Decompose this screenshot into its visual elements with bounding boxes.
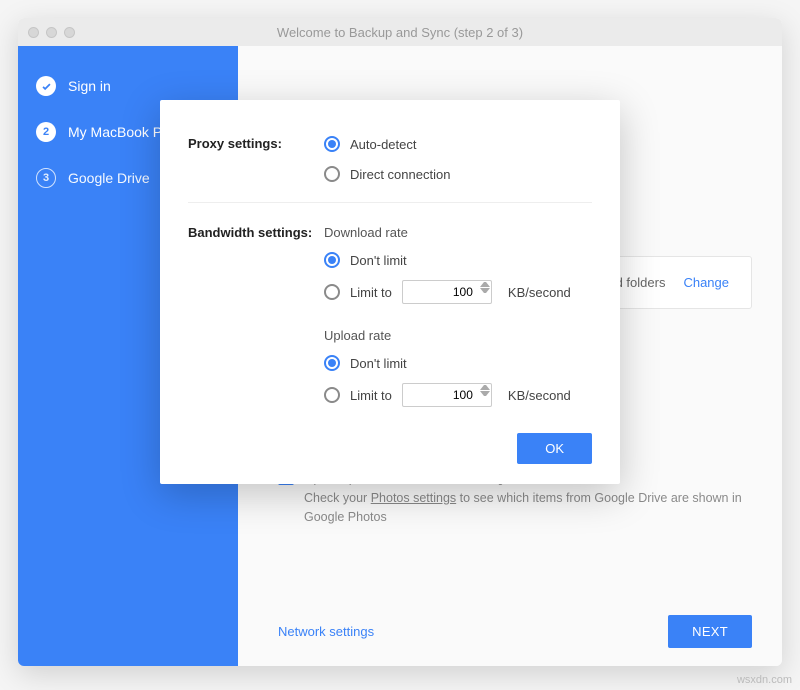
sidebar-step-label: My MacBook Pro	[68, 124, 175, 140]
step-number-badge: 2	[36, 122, 56, 142]
sidebar-step-signin: Sign in	[36, 76, 220, 96]
window-title: Welcome to Backup and Sync (step 2 of 3)	[18, 25, 782, 40]
bandwidth-settings-label: Bandwidth settings:	[188, 225, 324, 407]
proxy-settings-label: Proxy settings:	[188, 136, 324, 182]
app-window: Welcome to Backup and Sync (step 2 of 3)…	[18, 18, 782, 666]
ok-button[interactable]: OK	[517, 433, 592, 464]
radio-icon	[324, 387, 340, 403]
upload-photos-caption: Check your Photos settings to see which …	[304, 489, 752, 527]
proxy-direct-option[interactable]: Direct connection	[324, 166, 592, 182]
radio-icon	[324, 355, 340, 371]
proxy-auto-option[interactable]: Auto-detect	[324, 136, 592, 152]
download-rate-heading: Download rate	[324, 225, 592, 240]
upload-limit-input[interactable]	[402, 383, 492, 407]
network-settings-link[interactable]: Network settings	[278, 624, 374, 639]
upload-rate-group: Upload rate Don't limit Limit to	[324, 328, 592, 407]
upload-unit: KB/second	[508, 388, 571, 403]
download-limit-input[interactable]	[402, 280, 492, 304]
sidebar-step-label: Sign in	[68, 78, 111, 94]
radio-icon	[324, 136, 340, 152]
radio-icon	[324, 166, 340, 182]
photos-settings-link[interactable]: Photos settings	[371, 491, 456, 505]
upload-dont-limit-option[interactable]: Don't limit	[324, 355, 592, 371]
stepper-icon[interactable]	[480, 385, 490, 396]
step-number-badge: 3	[36, 168, 56, 188]
radio-icon	[324, 284, 340, 300]
download-rate-group: Download rate Don't limit Limit to	[324, 225, 592, 304]
download-limit-option[interactable]: Limit to KB/second	[324, 280, 592, 304]
stepper-icon[interactable]	[480, 282, 490, 293]
upload-rate-heading: Upload rate	[324, 328, 592, 343]
change-link[interactable]: Change	[683, 275, 729, 290]
sidebar-step-label: Google Drive	[68, 170, 150, 186]
next-button[interactable]: NEXT	[668, 615, 752, 648]
titlebar: Welcome to Backup and Sync (step 2 of 3)	[18, 18, 782, 46]
download-unit: KB/second	[508, 285, 571, 300]
network-settings-dialog: Proxy settings: Auto-detect Direct conne…	[160, 100, 620, 484]
upload-limit-option[interactable]: Limit to KB/second	[324, 383, 592, 407]
radio-icon	[324, 252, 340, 268]
checkmark-icon	[36, 76, 56, 96]
download-dont-limit-option[interactable]: Don't limit	[324, 252, 592, 268]
watermark: wsxdn.com	[737, 674, 792, 686]
